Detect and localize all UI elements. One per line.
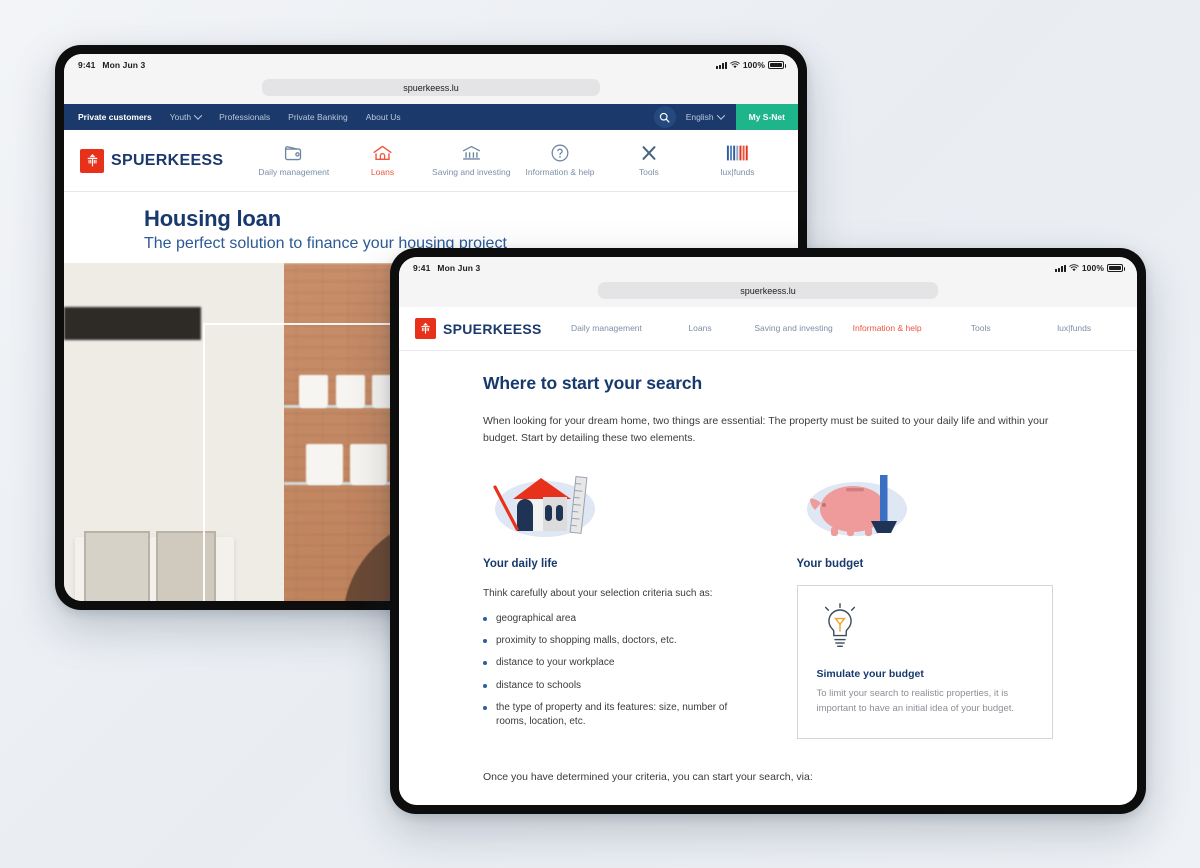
nav-item-loans[interactable]: Loans [658, 323, 742, 333]
topnav-item-about-us[interactable]: About Us [366, 112, 401, 122]
tablet-screen-front: 9:41 Mon Jun 3 100% spuerkeess.lu SPUERK… [399, 257, 1137, 805]
topnav-item-professionals[interactable]: Professionals [219, 112, 270, 122]
status-bar: 9:41 Mon Jun 3 100% [64, 54, 798, 76]
wifi-icon [1069, 264, 1079, 272]
battery-icon [1107, 264, 1125, 272]
topnav-item-youth[interactable]: Youth [170, 111, 203, 122]
signal-icon [715, 61, 727, 69]
article-heading: Where to start your search [483, 373, 703, 393]
nav-label: Loans [370, 166, 395, 177]
wallet-icon [283, 144, 304, 163]
signal-icon [1054, 264, 1066, 272]
nav-item-loans[interactable]: Loans [341, 144, 425, 177]
site-main-nav: SPUERKEESS Daily management Loans Saving… [399, 307, 1137, 351]
status-date: Mon Jun 3 [437, 263, 481, 273]
column-title: Your budget [796, 558, 864, 570]
status-bar: 9:41 Mon Jun 3 100% [399, 257, 1137, 279]
topnav-item-private-banking[interactable]: Private Banking [288, 112, 348, 122]
column-daily-life: Your daily life Think carefully about yo… [483, 469, 740, 739]
brand-name: SPUERKEESS [111, 151, 224, 169]
url-input[interactable]: spuerkeess.lu [262, 79, 600, 96]
tools-cross-icon [639, 144, 659, 163]
status-date: Mon Jun 3 [102, 60, 146, 70]
list-item: distance to schools [483, 679, 740, 693]
brand-name: SPUERKEESS [443, 320, 542, 337]
site-top-nav: Private customers Youth Professionals Pr… [64, 104, 798, 130]
chevron-down-icon [193, 111, 203, 120]
search-button[interactable] [653, 106, 676, 128]
nav-item-information-help[interactable]: Information & help [518, 144, 602, 177]
criteria-list: geographical area proximity to shopping … [483, 612, 740, 729]
nav-label: Daily management [571, 323, 642, 334]
status-time: 9:41 [413, 263, 431, 273]
piggy-bank-illustration [797, 469, 1054, 543]
nav-item-luxfunds[interactable]: lux|funds [1032, 323, 1116, 333]
nav-item-saving-investing[interactable]: Saving and investing [752, 323, 836, 333]
nav-label: lux|funds [1057, 323, 1092, 334]
column-title: Your daily life [483, 558, 558, 570]
closing-text: Once you have determined your criteria, … [483, 771, 813, 784]
battery-percent: 100% [742, 60, 765, 70]
nav-item-luxfunds[interactable]: lux|funds [696, 144, 780, 177]
url-input[interactable]: spuerkeess.lu [598, 282, 938, 299]
status-time: 9:41 [78, 60, 96, 70]
topnav-item-private-customers[interactable]: Private customers [78, 112, 152, 122]
battery-icon [768, 61, 786, 69]
list-item: geographical area [483, 612, 740, 626]
nav-item-tools[interactable]: Tools [607, 144, 691, 177]
nav-item-tools[interactable]: Tools [939, 323, 1023, 333]
nav-item-information-help[interactable]: Information & help [845, 323, 929, 333]
my-snet-button[interactable]: My S-Net [735, 104, 798, 130]
page-title: Housing loan [144, 206, 281, 231]
article-lead: When looking for your dream home, two th… [483, 415, 1049, 444]
tip-card-body: To limit your search to realistic proper… [816, 688, 1015, 714]
browser-toolbar: spuerkeess.lu [64, 76, 798, 104]
search-icon [660, 112, 670, 123]
wifi-icon [730, 61, 740, 69]
nav-label: Information & help [852, 323, 922, 334]
battery-percent: 100% [1081, 263, 1104, 273]
site-main-nav: SPUERKEESS Daily management Loans Saving… [64, 130, 798, 192]
question-circle-icon [550, 144, 570, 163]
nav-label: Tools [638, 166, 659, 177]
nav-item-saving-investing[interactable]: Saving and investing [429, 144, 513, 177]
chevron-down-icon [716, 111, 725, 120]
tip-card-title: Simulate your budget [816, 668, 924, 680]
lightbulb-icon [817, 603, 1034, 655]
spuerkeess-logo-icon [415, 318, 436, 339]
luxfunds-bars-icon [726, 144, 750, 163]
nav-item-daily-management[interactable]: Daily management [564, 323, 648, 333]
brand-logo[interactable]: SPUERKEESS [80, 148, 224, 173]
column-budget: Your budget Simulate your budget To limi… [796, 469, 1054, 740]
tablet-device-front: 9:41 Mon Jun 3 100% spuerkeess.lu SPUERK… [390, 248, 1146, 814]
article-content: Where to start your search When looking … [399, 351, 1137, 805]
house-with-ruler-illustration [483, 469, 740, 543]
list-item: proximity to shopping malls, doctors, et… [483, 634, 740, 648]
nav-label: Saving and investing [432, 166, 511, 177]
bank-icon [461, 144, 482, 163]
simulate-budget-card[interactable]: Simulate your budget To limit your searc… [796, 585, 1053, 740]
nav-label: Tools [970, 323, 991, 334]
nav-label: Loans [688, 323, 712, 334]
spuerkeess-logo-icon [80, 148, 104, 173]
list-item: distance to your workplace [483, 656, 740, 670]
house-icon [372, 144, 393, 163]
brand-logo[interactable]: SPUERKEESS [415, 318, 542, 339]
nav-label: Daily management [258, 166, 330, 177]
nav-item-daily-management[interactable]: Daily management [252, 144, 336, 177]
nav-label: Information & help [525, 166, 595, 177]
criteria-intro: Think carefully about your selection cri… [483, 588, 713, 599]
browser-toolbar: spuerkeess.lu [399, 279, 1137, 307]
nav-label: Saving and investing [754, 323, 833, 334]
nav-label: lux|funds [720, 166, 755, 177]
list-item: the type of property and its features: s… [483, 701, 740, 729]
language-selector[interactable]: English [686, 111, 725, 122]
